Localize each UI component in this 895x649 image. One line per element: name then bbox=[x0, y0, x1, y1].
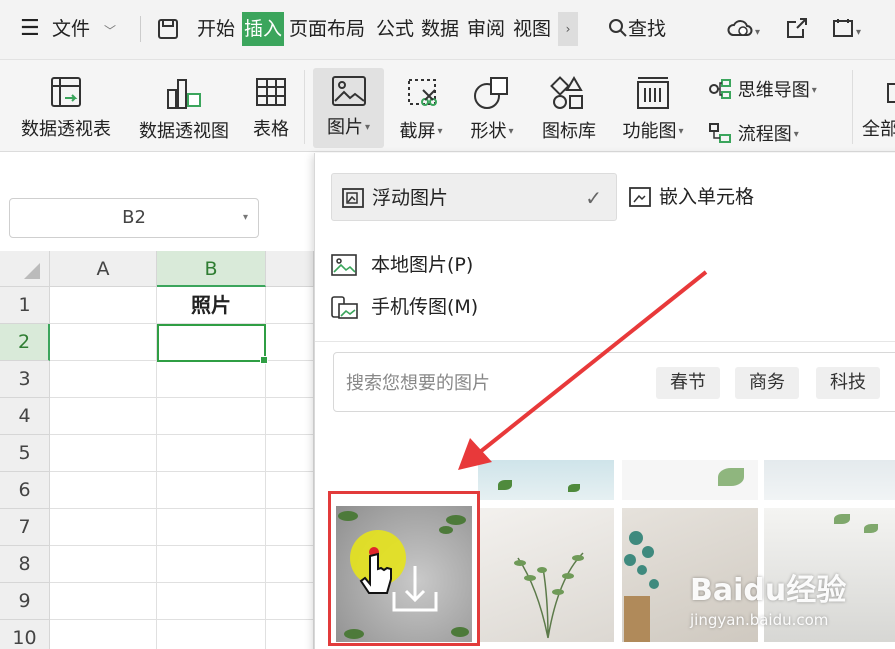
tutorial-arrow-icon bbox=[458, 270, 708, 470]
baidu-watermark: Baidu经验 jingyan.baidu.com bbox=[690, 565, 846, 629]
watermark-url: jingyan.baidu.com bbox=[690, 611, 829, 629]
watermark-brand: Baidu经验 bbox=[690, 573, 847, 608]
